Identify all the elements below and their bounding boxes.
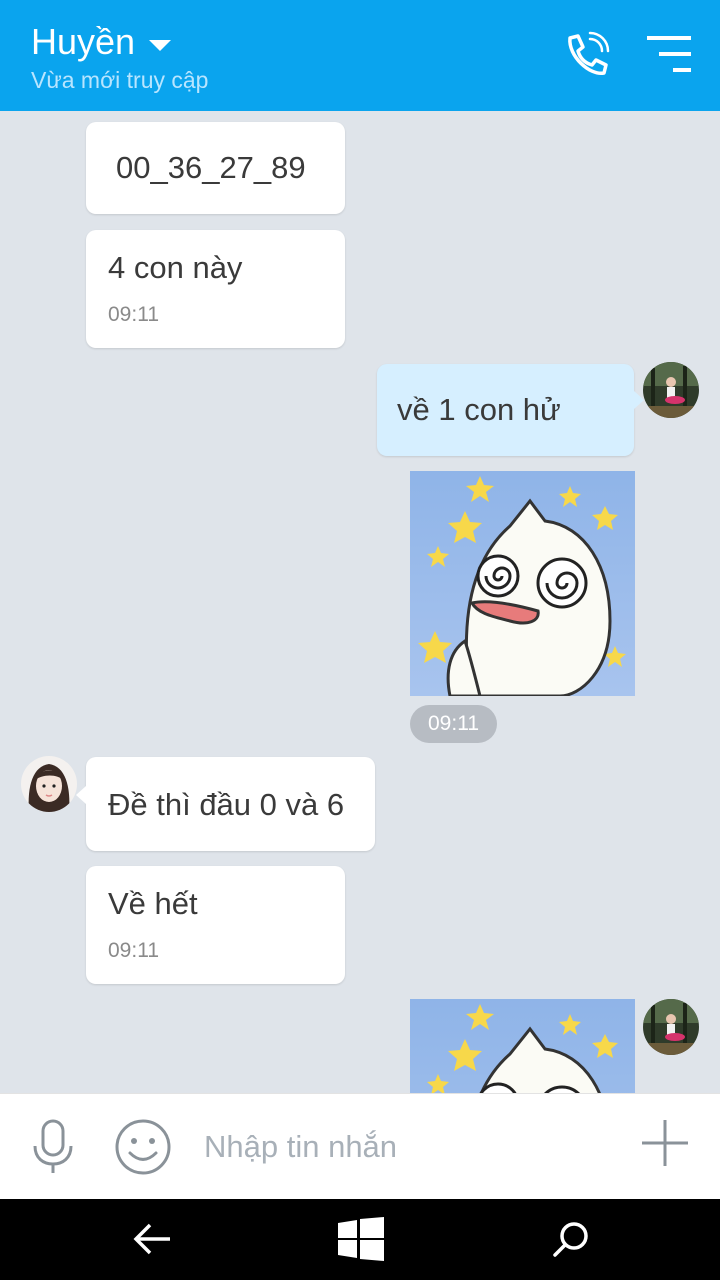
message-time-pill: 09:11 [410,705,497,743]
incoming-message-bubble[interactable]: 00_36_27_89 [86,122,345,214]
contact-name: Huyền [31,21,136,62]
smiley-icon[interactable] [114,1118,172,1176]
message-text: 00_36_27_89 [116,150,306,185]
message-text: 4 con này [108,250,243,285]
incoming-message-bubble[interactable]: 4 con này 09:11 [86,230,345,348]
contact-name-dropdown[interactable]: Huyền [31,20,172,64]
message-text: về 1 con hử [397,392,561,427]
message-time: 09:11 [108,939,159,962]
chat-messages-area[interactable]: 00_36_27_89 4 con này 09:11 về 1 con hử [0,111,720,1093]
sticker-image[interactable] [410,999,635,1093]
incoming-message-bubble[interactable]: Đề thì đầu 0 và 6 [86,757,375,851]
avatar[interactable] [21,756,77,812]
plus-icon[interactable] [640,1118,690,1168]
microphone-icon[interactable] [30,1118,76,1176]
chat-header: Huyền Vừa mới truy cập [0,0,720,111]
phone-call-icon[interactable] [560,30,612,82]
chevron-down-icon [149,39,172,51]
outgoing-message-bubble[interactable]: về 1 con hử [377,364,634,456]
windows-logo-icon[interactable] [338,1217,384,1261]
search-icon[interactable] [551,1219,591,1259]
incoming-message-bubble[interactable]: Về hết 09:11 [86,866,345,984]
bubble-tail [76,786,86,804]
system-nav-bar [0,1199,720,1280]
message-text: Về hết [108,886,198,921]
contact-status: Vừa mới truy cập [31,67,209,93]
back-arrow-icon[interactable] [132,1221,172,1257]
avatar[interactable] [643,362,699,418]
message-time: 09:11 [108,303,159,326]
filter-menu-icon[interactable] [645,32,693,80]
message-text: Đề thì đầu 0 và 6 [108,787,345,822]
message-input[interactable] [204,1122,614,1172]
sticker-image[interactable] [410,471,635,696]
avatar[interactable] [643,999,699,1055]
message-input-bar [0,1093,720,1199]
